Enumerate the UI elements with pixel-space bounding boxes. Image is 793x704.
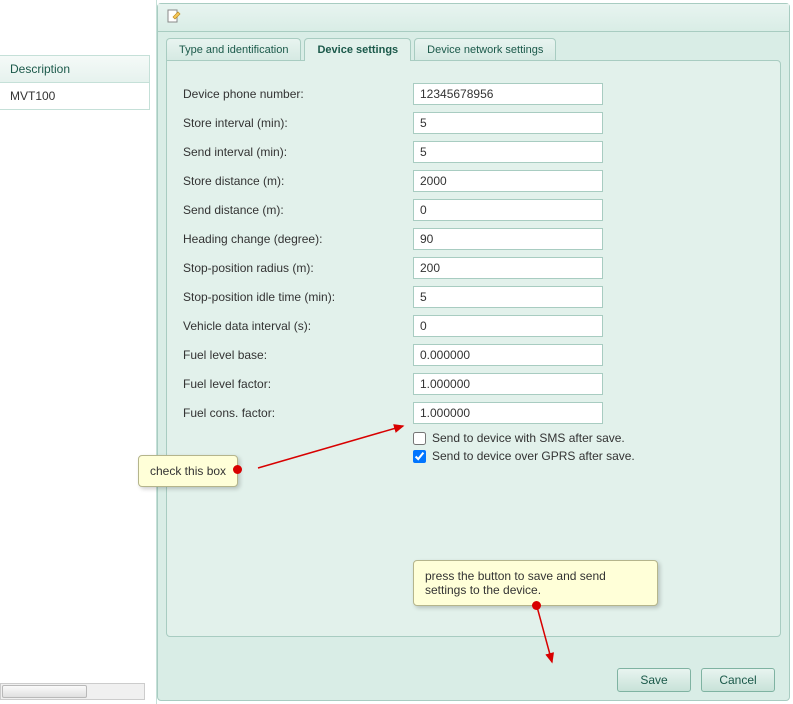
tab-content: Device phone number: Store interval (min… xyxy=(166,60,781,637)
send-distance-input[interactable] xyxy=(413,199,603,221)
list-item[interactable]: MVT100 xyxy=(0,83,149,109)
store-interval-input[interactable] xyxy=(413,112,603,134)
field-label: Send distance (m): xyxy=(183,203,413,217)
stop-idle-input[interactable] xyxy=(413,286,603,308)
checkbox-label: Send to device over GPRS after save. xyxy=(432,449,635,463)
callout-text: press the button to save and send settin… xyxy=(425,569,606,597)
stop-radius-input[interactable] xyxy=(413,257,603,279)
field-label: Send interval (min): xyxy=(183,145,413,159)
sidebar-list: MVT100 xyxy=(0,83,150,110)
callout-anchor xyxy=(532,601,541,610)
store-distance-input[interactable] xyxy=(413,170,603,192)
button-bar: Save Cancel xyxy=(617,668,775,692)
field-label: Stop-position idle time (min): xyxy=(183,290,413,304)
field-label: Fuel level factor: xyxy=(183,377,413,391)
heading-change-input[interactable] xyxy=(413,228,603,250)
send-gprs-checkbox[interactable] xyxy=(413,450,426,463)
tab-type-identification[interactable]: Type and identification xyxy=(166,38,301,61)
field-label: Heading change (degree): xyxy=(183,232,413,246)
callout-anchor xyxy=(233,465,242,474)
annotation-callout: press the button to save and send settin… xyxy=(413,560,658,606)
field-label: Store distance (m): xyxy=(183,174,413,188)
callout-text: check this box xyxy=(150,464,226,478)
send-interval-input[interactable] xyxy=(413,141,603,163)
fuel-cons-factor-input[interactable] xyxy=(413,402,603,424)
document-edit-icon[interactable] xyxy=(166,8,182,27)
horizontal-scrollbar[interactable] xyxy=(0,683,145,700)
save-button[interactable]: Save xyxy=(617,668,691,692)
fuel-level-factor-input[interactable] xyxy=(413,373,603,395)
tab-bar: Type and identification Device settings … xyxy=(158,32,789,61)
sidebar: Description MVT100 xyxy=(0,0,157,704)
field-label: Fuel cons. factor: xyxy=(183,406,413,420)
field-label: Fuel level base: xyxy=(183,348,413,362)
vehicle-data-interval-input[interactable] xyxy=(413,315,603,337)
scrollbar-thumb[interactable] xyxy=(2,685,87,698)
send-sms-checkbox[interactable] xyxy=(413,432,426,445)
field-label: Device phone number: xyxy=(183,87,413,101)
field-label: Vehicle data interval (s): xyxy=(183,319,413,333)
fuel-level-base-input[interactable] xyxy=(413,344,603,366)
field-label: Store interval (min): xyxy=(183,116,413,130)
field-label: Stop-position radius (m): xyxy=(183,261,413,275)
device-phone-input[interactable] xyxy=(413,83,603,105)
sidebar-header: Description xyxy=(0,55,150,83)
tab-device-network-settings[interactable]: Device network settings xyxy=(414,38,556,61)
toolbar xyxy=(158,4,789,32)
checkbox-label: Send to device with SMS after save. xyxy=(432,431,625,445)
annotation-callout: check this box xyxy=(138,455,238,487)
tab-device-settings[interactable]: Device settings xyxy=(304,38,411,61)
cancel-button[interactable]: Cancel xyxy=(701,668,775,692)
